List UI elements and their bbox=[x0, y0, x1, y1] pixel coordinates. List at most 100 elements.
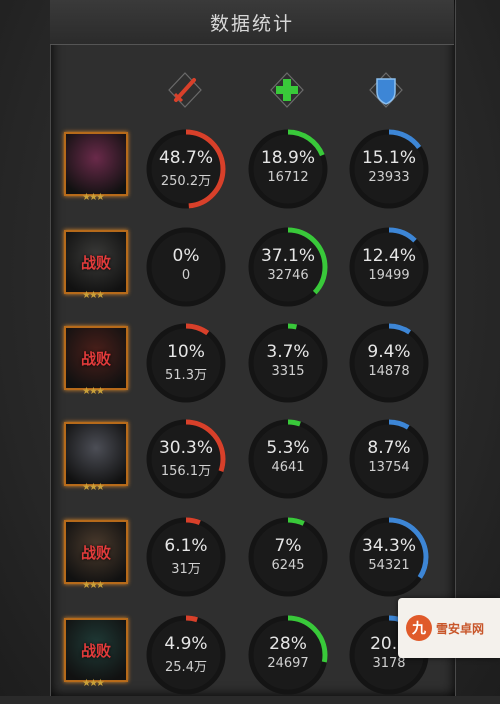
ring-graphic bbox=[349, 419, 429, 499]
ring-graphic bbox=[349, 129, 429, 209]
hero-row: ★★★ 48.7% 250.2万 18.9% 16712 15.1% 23933 bbox=[60, 128, 450, 218]
ring-graphic bbox=[349, 227, 429, 307]
stat-percent: 34.3% bbox=[361, 536, 416, 556]
site-watermark: 九 雪安卓网 bbox=[398, 598, 500, 658]
page-title: 数据统计 bbox=[209, 12, 294, 35]
star-rating: ★★★ bbox=[82, 192, 105, 203]
sword-attack-icon bbox=[165, 70, 205, 110]
stat-percent: 4.9% bbox=[164, 634, 208, 654]
ring-track bbox=[146, 517, 226, 597]
ring-track bbox=[349, 419, 429, 499]
ring-graphic bbox=[349, 517, 429, 597]
hero-row: ★★★ 30.3% 156.1万 5.3% 4641 8.7% 13754 bbox=[60, 418, 450, 508]
watermark-text: 雪安卓网 bbox=[436, 621, 485, 636]
ring-graphic bbox=[146, 517, 226, 597]
ring-graphic bbox=[248, 517, 328, 597]
star-rating: ★★★ bbox=[82, 290, 105, 301]
ring-track bbox=[349, 323, 429, 403]
ring-track bbox=[248, 517, 328, 597]
stat-ring: 6.1% 31万 bbox=[145, 516, 227, 598]
stat-ring: 3.7% 3315 bbox=[247, 322, 329, 404]
stat-ring: 10% 51.3万 bbox=[145, 322, 227, 404]
star-rating: ★★★ bbox=[82, 678, 105, 689]
stat-percent: 7% bbox=[274, 536, 302, 556]
stat-ring: 28% 24697 bbox=[247, 614, 329, 696]
ring-track bbox=[146, 615, 226, 695]
shield-icon bbox=[366, 70, 406, 110]
stat-value: 13754 bbox=[368, 460, 410, 475]
stat-percent: 18.9% bbox=[260, 148, 315, 168]
hero-portrait[interactable]: 战败 bbox=[64, 618, 128, 682]
ring-track bbox=[248, 419, 328, 499]
stat-value: 19499 bbox=[368, 268, 410, 283]
stat-percent: 9.4% bbox=[367, 342, 411, 362]
stat-percent: 3.7% bbox=[266, 342, 310, 362]
stat-percent: 30.3% bbox=[158, 438, 213, 458]
hero-portrait[interactable] bbox=[64, 132, 128, 196]
star-rating: ★★★ bbox=[82, 580, 105, 591]
stat-percent: 8.7% bbox=[367, 438, 411, 458]
stat-value: 51.3万 bbox=[165, 368, 207, 383]
stat-value: 6245 bbox=[271, 558, 305, 573]
stat-ring: 18.9% 16712 bbox=[247, 128, 329, 210]
stat-ring: 48.7% 250.2万 bbox=[145, 128, 227, 210]
stat-value: 31万 bbox=[171, 562, 201, 577]
stat-ring: 12.4% 19499 bbox=[348, 226, 430, 308]
stat-value: 0 bbox=[181, 268, 191, 283]
ring-graphic bbox=[349, 323, 429, 403]
ring-graphic bbox=[146, 419, 226, 499]
stat-ring: 34.3% 54321 bbox=[348, 516, 430, 598]
defeated-label bbox=[66, 134, 126, 194]
stat-value: 32746 bbox=[267, 268, 309, 283]
stat-percent: 10% bbox=[167, 342, 205, 362]
heal-cross-icon bbox=[267, 70, 307, 110]
ring-track bbox=[146, 323, 226, 403]
stat-percent: 0% bbox=[172, 246, 200, 266]
ring-graphic bbox=[248, 129, 328, 209]
hero-portrait[interactable] bbox=[64, 422, 128, 486]
ring-graphic bbox=[146, 227, 226, 307]
stat-percent: 5.3% bbox=[266, 438, 310, 458]
stat-value: 156.1万 bbox=[160, 464, 212, 479]
stat-percent: 28% bbox=[269, 634, 307, 654]
ring-graphic bbox=[248, 419, 328, 499]
star-rating: ★★★ bbox=[82, 482, 105, 493]
defeated-label: 战败 bbox=[80, 253, 111, 272]
ring-graphic bbox=[248, 323, 328, 403]
stat-value: 24697 bbox=[267, 656, 309, 671]
defeated-label bbox=[66, 424, 126, 484]
stat-percent: 48.7% bbox=[158, 148, 213, 168]
hero-portrait[interactable]: 战败 bbox=[64, 326, 128, 390]
hero-row: 战败 ★★★ 6.1% 31万 7% 6245 34.3% 54321 bbox=[60, 516, 450, 606]
ring-track bbox=[146, 227, 226, 307]
stat-value: 3315 bbox=[271, 364, 305, 379]
star-rating: ★★★ bbox=[82, 386, 105, 397]
stat-value: 4641 bbox=[271, 460, 305, 475]
stat-ring: 4.9% 25.4万 bbox=[145, 614, 227, 696]
stat-percent: 12.4% bbox=[361, 246, 416, 266]
stat-value: 3178 bbox=[372, 656, 406, 671]
hero-portrait[interactable]: 战败 bbox=[64, 230, 128, 294]
watermark-logo: 九 bbox=[406, 615, 432, 641]
hero-portrait[interactable]: 战败 bbox=[64, 520, 128, 584]
defeated-label: 战败 bbox=[80, 543, 111, 562]
ring-graphic bbox=[146, 323, 226, 403]
panel-header: 数据统计 bbox=[50, 0, 454, 45]
ring-graphic bbox=[146, 615, 226, 695]
hero-row: 战败 ★★★ 10% 51.3万 3.7% 3315 9.4% 14878 bbox=[60, 322, 450, 412]
hero-row: 战败 ★★★ 0% 0 37.1% 32746 12.4% 19499 bbox=[60, 226, 450, 316]
ring-track bbox=[349, 227, 429, 307]
stat-percent: 6.1% bbox=[164, 536, 208, 556]
stat-ring: 0% 0 bbox=[145, 226, 227, 308]
defeated-label: 战败 bbox=[80, 349, 111, 368]
stat-value: 14878 bbox=[368, 364, 410, 379]
stat-percent: 15.1% bbox=[361, 148, 416, 168]
stat-ring: 15.1% 23933 bbox=[348, 128, 430, 210]
stat-value: 25.4万 bbox=[165, 660, 207, 675]
stat-value: 54321 bbox=[368, 558, 410, 573]
stat-value: 250.2万 bbox=[160, 174, 212, 189]
stat-ring: 7% 6245 bbox=[247, 516, 329, 598]
defeated-label: 战败 bbox=[80, 641, 111, 660]
stat-ring: 37.1% 32746 bbox=[247, 226, 329, 308]
ring-graphic bbox=[248, 227, 328, 307]
